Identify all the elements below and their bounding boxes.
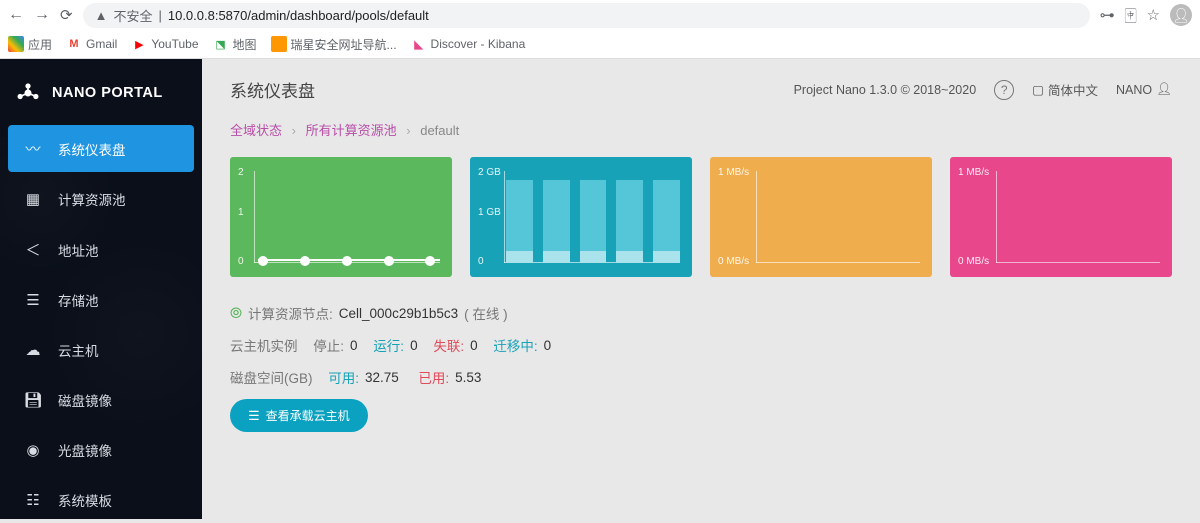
crumb-global[interactable]: 全域状态	[230, 123, 282, 138]
nav: 〰系统仪表盘 ▦计算资源池 ＜地址池 ☰存储池 ☁云主机 💾︎磁盘镜像 ◉光盘镜…	[8, 125, 194, 523]
youtube-icon: ▶	[131, 36, 147, 52]
ruixing-bookmark[interactable]: 瑞星安全网址导航...	[271, 36, 397, 53]
logo-icon	[14, 79, 42, 107]
apps-bookmark[interactable]: 应用	[8, 36, 52, 53]
help-button[interactable]: ?	[994, 80, 1014, 100]
maps-bookmark[interactable]: ⬔地图	[213, 36, 257, 53]
sidebar-item-cd-image[interactable]: ◉光盘镜像	[8, 427, 194, 473]
node-info: ⦾ 计算资源节点: Cell_000c29b1b5c3 ( 在线 ) 云主机实例…	[202, 289, 1200, 458]
view-hosts-button[interactable]: ☰ 查看承载云主机	[230, 399, 368, 432]
reload-button[interactable]: ⟳	[60, 6, 73, 24]
key-icon[interactable]: ⊶	[1100, 6, 1115, 24]
gmail-bookmark[interactable]: MGmail	[66, 36, 117, 52]
user-menu[interactable]: NANO👤︎	[1116, 82, 1172, 97]
grid-icon: ▦	[24, 190, 42, 208]
tune-icon: ☷	[24, 491, 42, 509]
url-text: 10.0.0.8:5870/admin/dashboard/pools/defa…	[168, 8, 429, 23]
breadcrumb: 全域状态 › 所有计算资源池 › default	[202, 116, 1200, 157]
node-status: ( 在线 )	[464, 303, 508, 323]
browser-chrome: ← → ⟳ ▲ 不安全 | 10.0.0.8:5870/admin/dashbo…	[0, 0, 1200, 59]
page-title: 系统仪表盘	[230, 77, 315, 102]
url-separator: |	[158, 8, 161, 23]
language-selector[interactable]: ▢简体中文	[1032, 80, 1098, 99]
pulse-icon: 〰	[24, 138, 42, 159]
chart-memory: 2 GB 1 GB 0	[470, 157, 692, 277]
bar-plot	[506, 171, 680, 263]
chart-net-io: 1 MB/s 0 MB/s	[950, 157, 1172, 277]
apps-icon	[8, 36, 24, 52]
chart-cards: 2 1 0 2 GB 1 GB 0	[202, 157, 1200, 289]
project-info: Project Nano 1.3.0 © 2018~2020	[794, 83, 977, 97]
address-bar[interactable]: ▲ 不安全 | 10.0.0.8:5870/admin/dashboard/po…	[83, 3, 1090, 28]
share-icon: ＜	[24, 239, 42, 260]
star-icon[interactable]: ☆	[1147, 6, 1160, 24]
kibana-icon: ◣	[411, 36, 427, 52]
wifi-icon: ⦾	[230, 305, 242, 322]
sidebar-item-cloud-host[interactable]: ☁云主机	[8, 327, 194, 373]
ruixing-icon	[271, 36, 287, 52]
disc-icon: ◉	[24, 441, 42, 459]
sidebar-item-compute-pool[interactable]: ▦计算资源池	[8, 176, 194, 222]
kibana-bookmark[interactable]: ◣Discover - Kibana	[411, 36, 526, 52]
node-name: Cell_000c29b1b5c3	[339, 306, 458, 321]
profile-avatar[interactable]: 👤︎	[1170, 4, 1192, 26]
sidebar-item-disk-image[interactable]: 💾︎磁盘镜像	[8, 377, 194, 423]
content: 系统仪表盘 Project Nano 1.3.0 © 2018~2020 ? ▢…	[202, 59, 1200, 519]
brand-name: NANO PORTAL	[52, 85, 163, 101]
gmail-icon: M	[66, 36, 82, 52]
chart-instances: 2 1 0	[230, 157, 452, 277]
user-icon: 👤︎	[1156, 82, 1172, 97]
sidebar-item-template[interactable]: ☷系统模板	[8, 477, 194, 523]
save-icon: 💾︎	[24, 391, 42, 409]
insecure-label: 不安全	[113, 6, 152, 25]
line-plot	[258, 171, 440, 263]
translate-icon[interactable]: 🀄︎	[1125, 7, 1137, 24]
back-button[interactable]: ←	[8, 6, 24, 24]
forward-button[interactable]: →	[34, 6, 50, 24]
bookmarks-bar: 应用 MGmail ▶YouTube ⬔地图 瑞星安全网址导航... ◣Disc…	[0, 30, 1200, 58]
comment-icon: ▢	[1032, 82, 1044, 97]
sidebar-item-address-pool[interactable]: ＜地址池	[8, 226, 194, 273]
map-icon: ⬔	[213, 36, 229, 52]
cloud-icon: ☁	[24, 341, 42, 359]
crumb-pools[interactable]: 所有计算资源池	[306, 123, 397, 138]
sidebar-item-storage-pool[interactable]: ☰存储池	[8, 277, 194, 323]
storage-icon: ☰	[24, 291, 42, 309]
insecure-icon: ▲	[95, 8, 108, 23]
crumb-current: default	[420, 123, 459, 138]
sidebar: NANO PORTAL 〰系统仪表盘 ▦计算资源池 ＜地址池 ☰存储池 ☁云主机…	[0, 59, 202, 519]
chart-disk-io: 1 MB/s 0 MB/s	[710, 157, 932, 277]
list-icon: ☰	[248, 408, 260, 424]
youtube-bookmark[interactable]: ▶YouTube	[131, 36, 198, 52]
topbar: 系统仪表盘 Project Nano 1.3.0 © 2018~2020 ? ▢…	[202, 59, 1200, 116]
brand[interactable]: NANO PORTAL	[8, 71, 194, 125]
sidebar-item-dashboard[interactable]: 〰系统仪表盘	[8, 125, 194, 172]
